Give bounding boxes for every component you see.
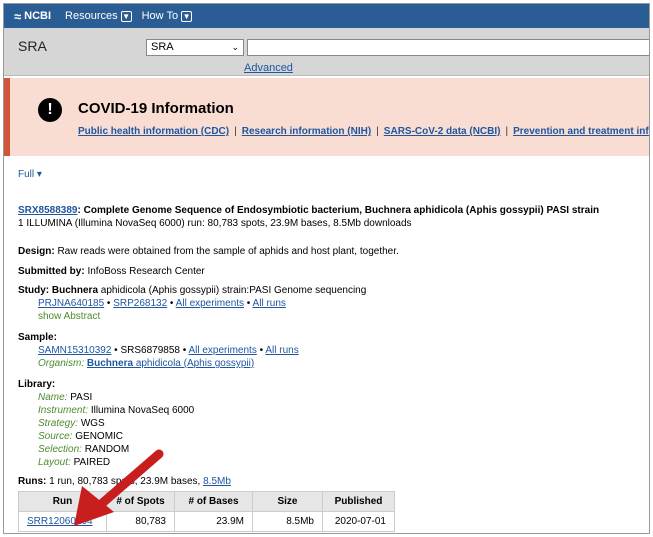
format-dropdown[interactable]: Full ▾: [18, 168, 42, 181]
runs-table: Run # of Spots # of Bases Size Published…: [18, 491, 395, 532]
ncbi-logo[interactable]: ≈ NCBI: [14, 9, 51, 24]
search-input[interactable]: [247, 39, 649, 56]
column-header-published: Published: [322, 491, 395, 512]
spots-cell: 80,783: [106, 511, 175, 532]
biosample-link[interactable]: SAMN15310392: [38, 345, 111, 356]
library-name: Name: PASI: [38, 392, 93, 403]
column-header-size: Size: [252, 491, 323, 512]
sample-all-runs-link[interactable]: All runs: [265, 345, 298, 356]
sample-links: SAMN15310392 • SRS6879858 • All experime…: [38, 345, 299, 356]
chevron-down-icon: ⌄: [231, 42, 239, 52]
covid-links: Public health information (CDC) | Research…: [78, 126, 649, 137]
bases-cell: 23.9M: [174, 511, 253, 532]
submitted-row: Submitted by: InfoBoss Research Center: [18, 266, 205, 277]
organism-row: Organism: Buchnera aphidicola (Aphis gos…: [38, 358, 255, 369]
column-header-run: Run: [18, 491, 107, 512]
study-links: PRJNA640185 • SRP268132 • All experiment…: [38, 298, 286, 309]
run-accession-link[interactable]: SRR12060204: [27, 516, 93, 527]
caret-down-icon: ▾: [36, 169, 42, 180]
covid-link-nih[interactable]: Research information (NIH): [242, 126, 371, 137]
ncbi-logo-icon: ≈: [14, 8, 22, 24]
covid-link-prevention[interactable]: Prevention and treatment infor: [513, 126, 649, 137]
organism-link[interactable]: Buchnera aphidicola (Aphis gossypii): [87, 358, 254, 369]
runs-summary: Runs: 1 run, 80,783 spots, 23.9M bases, …: [18, 476, 231, 487]
library-source: Source: GENOMIC: [38, 431, 124, 442]
column-header-bases: # of Bases: [174, 491, 253, 512]
database-title: SRA: [18, 38, 47, 54]
browser-frame: ≈ NCBI Resources ▼ How To ▼ SRA SRA ⌄ Ad…: [3, 3, 650, 534]
chevron-down-icon: ▼: [120, 10, 132, 22]
database-select[interactable]: SRA ⌄: [146, 39, 244, 56]
chevron-down-icon: ▼: [181, 10, 193, 22]
study-all-runs-link[interactable]: All runs: [253, 298, 286, 309]
size-cell: 8.5Mb: [252, 511, 323, 532]
study-all-experiments-link[interactable]: All experiments: [176, 298, 244, 309]
sample-all-experiments-link[interactable]: All experiments: [188, 345, 256, 356]
advanced-search-link[interactable]: Advanced: [244, 62, 293, 74]
sample-label: Sample:: [18, 332, 57, 343]
show-abstract-link[interactable]: show Abstract: [18, 310, 643, 323]
menu-resources[interactable]: Resources ▼: [65, 10, 132, 22]
record-summary: 1 ILLUMINA (Illumina NovaSeq 6000) run: …: [18, 218, 412, 229]
covid-link-ncbi[interactable]: SARS-CoV-2 data (NCBI): [384, 126, 501, 137]
experiment-accession-link[interactable]: SRX8588389: [18, 205, 78, 216]
menu-how-to[interactable]: How To ▼: [142, 10, 193, 22]
library-selection: Selection: RANDOM: [38, 444, 130, 455]
covid-title: COVID-19 Information: [78, 100, 234, 117]
published-cell: 2020-07-01: [322, 511, 395, 532]
design-row: Design: Raw reads were obtained from the…: [18, 246, 399, 257]
download-size-link[interactable]: 8.5Mb: [203, 476, 231, 487]
covid-link-cdc[interactable]: Public health information (CDC): [78, 126, 229, 137]
library-label: Library:: [18, 379, 56, 390]
library-strategy: Strategy: WGS: [38, 418, 105, 429]
library-instrument: Instrument: Illumina NovaSeq 6000: [38, 405, 195, 416]
study-row: Study: Buchnera aphidicola (Aphis gossyp…: [18, 285, 367, 296]
library-layout: Layout: PAIRED: [38, 457, 111, 468]
search-bar: SRA SRA ⌄ Advanced: [4, 28, 649, 76]
bioproject-link[interactable]: PRJNA640185: [38, 298, 104, 309]
exclamation-icon: !: [38, 98, 62, 122]
covid-banner: ! COVID-19 Information Public health inf…: [4, 78, 649, 156]
column-header-spots: # of Spots: [106, 491, 175, 512]
ncbi-topbar: ≈ NCBI Resources ▼ How To ▼: [4, 4, 649, 28]
table-row: SRR12060204 80,783 23.9M 8.5Mb 2020-07-0…: [18, 511, 395, 532]
record-title: SRX8588389: Complete Genome Sequence of …: [18, 205, 600, 216]
table-header-row: Run # of Spots # of Bases Size Published: [18, 491, 395, 512]
srp-link[interactable]: SRP268132: [113, 298, 167, 309]
